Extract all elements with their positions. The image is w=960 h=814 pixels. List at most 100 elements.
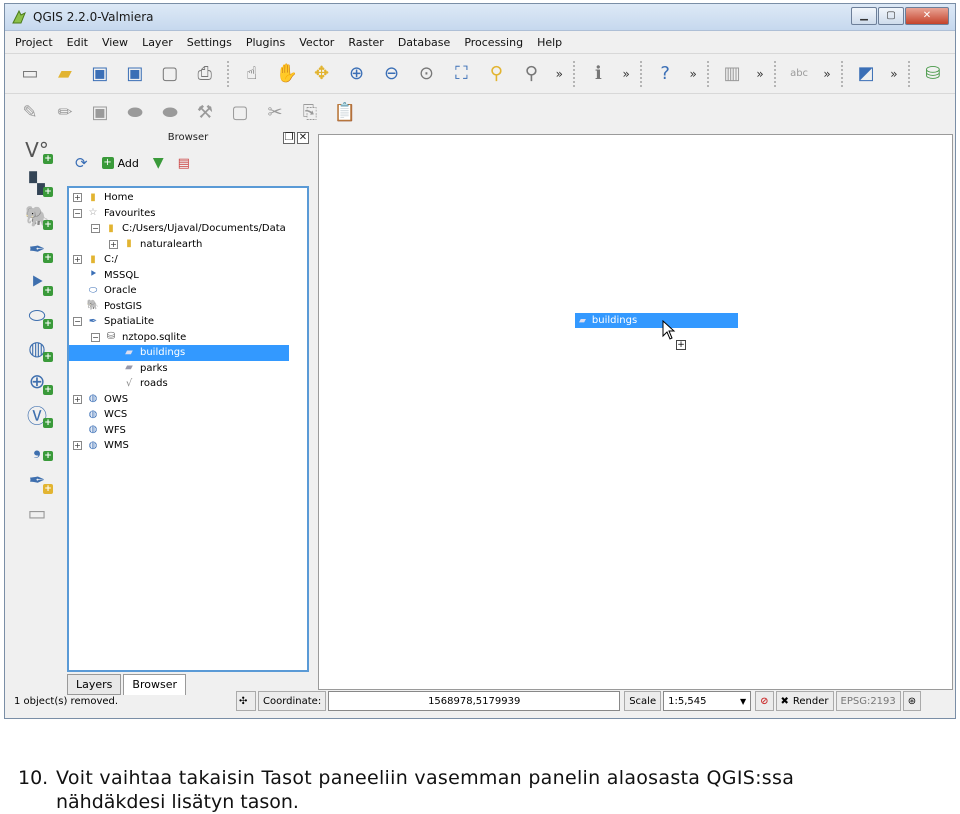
tree-item-parks[interactable]: ▰ parks <box>69 361 307 377</box>
add-layer-button[interactable]: + Add <box>101 157 139 170</box>
tree-item-roads[interactable]: √ roads <box>69 376 307 392</box>
tree-item-wfs[interactable]: ◍ WFS <box>69 423 307 439</box>
tree-item-nztopo-sqlite[interactable]: − ⛁ nztopo.sqlite <box>69 330 307 346</box>
filter-icon[interactable]: ▼ <box>153 155 164 171</box>
minimize-button[interactable]: ▁ <box>851 7 877 25</box>
add-wms-layer-icon[interactable]: ◍ + <box>21 334 53 362</box>
georeferencer-icon[interactable]: ◩ <box>853 61 879 87</box>
menu-processing[interactable]: Processing <box>464 36 523 49</box>
expand-icon[interactable]: + <box>73 255 82 265</box>
coordinate-toggle-icon[interactable]: ✣ <box>236 691 256 711</box>
browser-tree[interactable]: + ▮ Home − ☆ Favourites − ▮ C:/Users/Ujaval/Docu… <box>67 186 309 672</box>
cut-features-icon[interactable]: ✂ <box>262 100 288 126</box>
help-icon[interactable]: ? <box>652 61 678 87</box>
collapse-icon[interactable]: ▤ <box>178 156 190 171</box>
copy-features-icon[interactable]: ⎘ <box>297 100 323 126</box>
maximize-button[interactable]: ▢ <box>878 7 904 25</box>
tree-item-ows[interactable]: + ◍ OWS <box>69 392 307 408</box>
map-canvas[interactable] <box>318 134 953 690</box>
add-wcs-layer-icon[interactable]: ⊕ + <box>21 367 53 395</box>
add-oracle-layer-icon[interactable]: ⬭ + <box>21 301 53 329</box>
scale-select[interactable]: 1:5,545 ▼ <box>663 691 752 711</box>
menu-edit[interactable]: Edit <box>67 36 88 49</box>
new-temporary-layer-icon[interactable]: ▭ <box>21 499 53 527</box>
menu-database[interactable]: Database <box>398 36 451 49</box>
panel-close-icon[interactable]: ✕ <box>297 132 309 144</box>
add-postgis-layer-icon[interactable]: 🐘 + <box>21 202 53 230</box>
tree-item-naturalearth[interactable]: + ▮ naturalearth <box>69 237 307 253</box>
new-shapefile-layer-icon[interactable]: ✒ + <box>21 466 53 494</box>
label-icon[interactable]: abc <box>786 61 812 87</box>
tree-item-wcs[interactable]: ◍ WCS <box>69 407 307 423</box>
menu-project[interactable]: Project <box>15 36 53 49</box>
render-toggle[interactable]: ✖ Render <box>775 691 834 711</box>
tree-item-postgis[interactable]: 🐘 PostGIS <box>69 299 307 315</box>
more-chevron-icon[interactable]: » <box>754 61 766 87</box>
add-raster-layer-icon[interactable]: ▚ + <box>21 169 53 197</box>
touch-zoom-icon[interactable]: ☝ <box>239 61 265 87</box>
tree-item-favourites[interactable]: − ☆ Favourites <box>69 206 307 222</box>
new-print-composer-icon[interactable]: ▢ <box>157 61 183 87</box>
menu-help[interactable]: Help <box>537 36 562 49</box>
tree-item-buildings[interactable]: ▰ buildings <box>69 345 289 361</box>
menu-plugins[interactable]: Plugins <box>246 36 285 49</box>
collapse-icon[interactable]: − <box>91 224 100 234</box>
menu-raster[interactable]: Raster <box>348 36 383 49</box>
add-wfs-layer-icon[interactable]: Ⓥ + <box>21 400 53 428</box>
zoom-in-icon[interactable]: ⊕ <box>344 61 370 87</box>
more-chevron-icon[interactable]: » <box>888 61 900 87</box>
tree-item-wms[interactable]: + ◍ WMS <box>69 438 307 454</box>
expand-icon[interactable]: + <box>73 193 82 203</box>
tree-item-oracle[interactable]: ⬭ Oracle <box>69 283 307 299</box>
current-edits-icon[interactable]: ✎ <box>17 100 43 126</box>
collapse-icon[interactable]: − <box>73 317 82 327</box>
open-project-icon[interactable]: ▰ <box>52 61 78 87</box>
more-chevron-icon[interactable]: » <box>687 61 699 87</box>
add-vector-layer-icon[interactable]: V° + <box>21 136 53 164</box>
add-feature-icon[interactable]: ⬬ <box>122 100 148 126</box>
tree-item-spatialite[interactable]: − ✒ SpatiaLite <box>69 314 307 330</box>
more-chevron-icon[interactable]: » <box>620 61 632 87</box>
zoom-selection-icon[interactable]: ⚲ <box>483 61 509 87</box>
expand-icon[interactable]: + <box>73 441 82 451</box>
zoom-full-icon[interactable]: ⛶ <box>448 61 474 87</box>
expand-icon[interactable]: + <box>109 239 118 249</box>
menu-vector[interactable]: Vector <box>299 36 334 49</box>
tree-item-c[interactable]: + ▮ C:/ <box>69 252 307 268</box>
toggle-editing-icon[interactable]: ✏ <box>52 100 78 126</box>
raster-histogram-icon[interactable]: ▥ <box>719 61 745 87</box>
save-edits-icon[interactable]: ▣ <box>87 100 113 126</box>
panel-float-icon[interactable]: ❐ <box>283 132 295 144</box>
more-chevron-icon[interactable]: » <box>553 61 565 87</box>
collapse-icon[interactable]: − <box>73 208 82 218</box>
save-project-icon[interactable]: ▣ <box>87 61 113 87</box>
refresh-icon[interactable]: ⟳ <box>75 154 88 172</box>
collapse-icon[interactable]: − <box>91 332 100 342</box>
db-manager-icon[interactable]: ⛁ <box>920 61 946 87</box>
delete-selected-icon[interactable]: ▢ <box>227 100 253 126</box>
more-chevron-icon[interactable]: » <box>821 61 833 87</box>
node-tool-icon[interactable]: ⚒ <box>192 100 218 126</box>
new-project-icon[interactable]: ▭ <box>17 61 43 87</box>
menu-layer[interactable]: Layer <box>142 36 173 49</box>
paste-features-icon[interactable]: 📋 <box>332 100 358 126</box>
close-button[interactable]: ✕ <box>905 7 949 25</box>
tree-item-mssql[interactable]: ⯈ MSSQL <box>69 268 307 284</box>
add-delimited-text-layer-icon[interactable]: ❟ + <box>21 433 53 461</box>
coordinate-field[interactable]: 1568978,5179939 <box>328 691 621 711</box>
add-mssql-layer-icon[interactable]: ⯈ + <box>21 268 53 296</box>
zoom-native-icon[interactable]: ⊙ <box>413 61 439 87</box>
add-spatialite-layer-icon[interactable]: ✒ + <box>21 235 53 263</box>
menu-view[interactable]: View <box>102 36 128 49</box>
stop-render-icon[interactable]: ⊘ <box>755 691 774 711</box>
crs-status[interactable]: EPSG:2193 <box>835 691 901 711</box>
tree-item-home[interactable]: + ▮ Home <box>69 190 307 206</box>
expand-icon[interactable]: + <box>73 394 82 404</box>
identify-icon[interactable]: ℹ <box>585 61 611 87</box>
tree-item-c-users-ujaval-documents-data[interactable]: − ▮ C:/Users/Ujaval/Documents/Data <box>69 221 307 237</box>
messages-icon[interactable]: ⊛ <box>902 691 922 711</box>
composer-manager-icon[interactable]: ⎙ <box>192 61 218 87</box>
pan-to-selection-icon[interactable]: ✥ <box>309 61 335 87</box>
zoom-out-icon[interactable]: ⊖ <box>379 61 405 87</box>
save-as-icon[interactable]: ▣ <box>122 61 148 87</box>
